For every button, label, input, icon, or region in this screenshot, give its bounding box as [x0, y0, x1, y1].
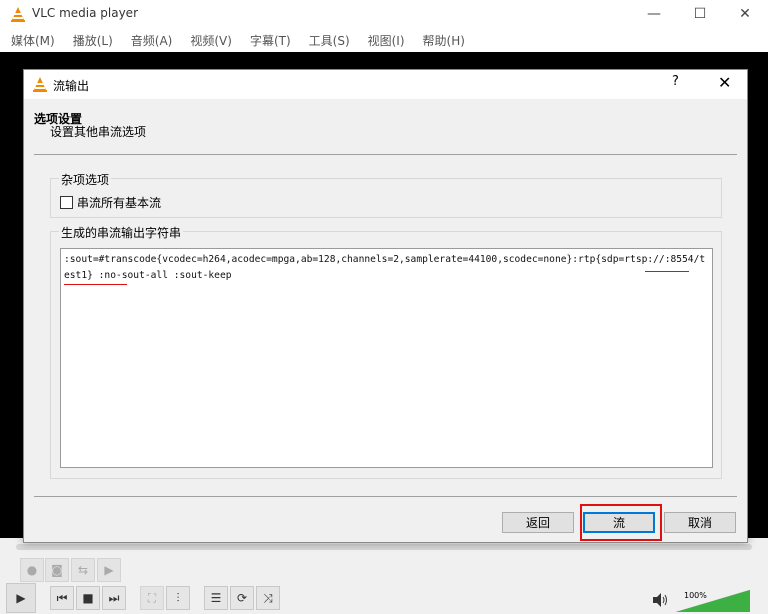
record-icon: ● — [26, 563, 38, 577]
maximize-button[interactable]: ☐ — [677, 0, 723, 28]
fullscreen-icon: ⛶ — [147, 590, 157, 605]
stream-all-checkbox[interactable]: 串流所有基本流 — [60, 194, 161, 211]
speaker-icon[interactable] — [652, 592, 670, 608]
stop-button[interactable]: ■ — [76, 586, 100, 610]
volume-label: 100% — [684, 591, 707, 600]
menu-bar: 媒体(M) 播放(L) 音频(A) 视频(V) 字幕(T) 工具(S) 视图(I… — [0, 28, 768, 52]
close-icon: ✕ — [739, 6, 751, 22]
skip-back-icon: ⏮ — [56, 590, 68, 605]
menu-playback[interactable]: 播放(L) — [68, 32, 118, 49]
loop-ab-icon: ⇆ — [77, 563, 89, 577]
menu-help[interactable]: 帮助(H) — [418, 32, 470, 49]
window-title: VLC media player — [32, 6, 139, 20]
stop-icon: ■ — [82, 591, 94, 605]
camera-icon: ◙ — [51, 563, 63, 577]
frame-step-button[interactable]: ▶ — [97, 558, 121, 582]
page-subtitle: 设置其他串流选项 — [50, 125, 147, 139]
menu-audio[interactable]: 音频(A) — [126, 32, 178, 49]
player-controls: ● ◙ ⇆ ▶ ▶ ⏮ ■ ⏭ ⛶ ⫶ ☰ ⟳ ⤨ 100% — [0, 538, 768, 614]
annotation-underline — [64, 284, 127, 285]
output-string-textarea[interactable]: :sout=#transcode{vcodec=h264,acodec=mpga… — [60, 248, 713, 468]
menu-view[interactable]: 视图(I) — [363, 32, 410, 49]
minimize-button[interactable]: — — [631, 0, 677, 28]
playlist-button[interactable]: ☰ — [204, 586, 228, 610]
help-icon[interactable]: ? — [672, 74, 679, 89]
next-button[interactable]: ⏭ — [102, 586, 126, 610]
play-button[interactable]: ▶ — [6, 583, 36, 613]
footer-divider — [34, 496, 737, 497]
dialog-titlebar: 流输出 ? ✕ — [24, 70, 747, 99]
menu-subtitle[interactable]: 字幕(T) — [245, 32, 296, 49]
record-button[interactable]: ● — [20, 558, 44, 582]
misc-options-title: 杂项选项 — [59, 171, 112, 188]
equalizer-icon: ⫶ — [176, 590, 180, 605]
fullscreen-button[interactable]: ⛶ — [140, 586, 164, 610]
stream-all-label: 串流所有基本流 — [77, 196, 162, 210]
play-icon: ▶ — [16, 591, 26, 605]
minimize-icon: — — [647, 6, 661, 22]
menu-video[interactable]: 视频(V) — [185, 32, 237, 49]
menu-media[interactable]: 媒体(M) — [6, 32, 60, 49]
close-window-button[interactable]: ✕ — [722, 0, 768, 28]
vlc-cone-icon — [33, 77, 47, 92]
output-string-title: 生成的串流输出字符串 — [59, 224, 184, 241]
previous-button[interactable]: ⏮ — [50, 586, 74, 610]
repeat-icon: ⟳ — [236, 591, 248, 605]
back-button[interactable]: 返回 — [502, 512, 574, 533]
dialog-title: 流输出 — [53, 79, 90, 93]
header-divider — [34, 154, 737, 155]
window-titlebar: VLC media player — ☐ ✕ — [0, 0, 768, 28]
stream-output-dialog: 流输出 ? ✕ 选项设置 设置其他串流选项 杂项选项 串流所有基本流 生成的串流… — [23, 69, 748, 543]
snapshot-button[interactable]: ◙ — [45, 558, 69, 582]
loop-ab-button[interactable]: ⇆ — [71, 558, 95, 582]
extended-settings-button[interactable]: ⫶ — [166, 586, 190, 610]
frame-step-icon: ▶ — [104, 563, 114, 577]
skip-forward-icon: ⏭ — [108, 590, 120, 605]
dialog-close-icon[interactable]: ✕ — [718, 73, 731, 92]
vlc-cone-icon — [11, 7, 25, 22]
loop-button[interactable]: ⟳ — [230, 586, 254, 610]
cancel-button[interactable]: 取消 — [664, 512, 736, 533]
maximize-icon: ☐ — [693, 6, 707, 22]
shuffle-button[interactable]: ⤨ — [256, 586, 280, 610]
playlist-icon: ☰ — [210, 591, 222, 605]
checkbox-icon — [60, 196, 73, 209]
dialog-header: 选项设置 设置其他串流选项 — [34, 110, 146, 139]
seek-slider[interactable] — [16, 544, 752, 550]
annotation-underline — [645, 271, 689, 272]
annotation-box — [580, 504, 662, 541]
shuffle-icon: ⤨ — [263, 590, 273, 605]
menu-tools[interactable]: 工具(S) — [304, 32, 355, 49]
